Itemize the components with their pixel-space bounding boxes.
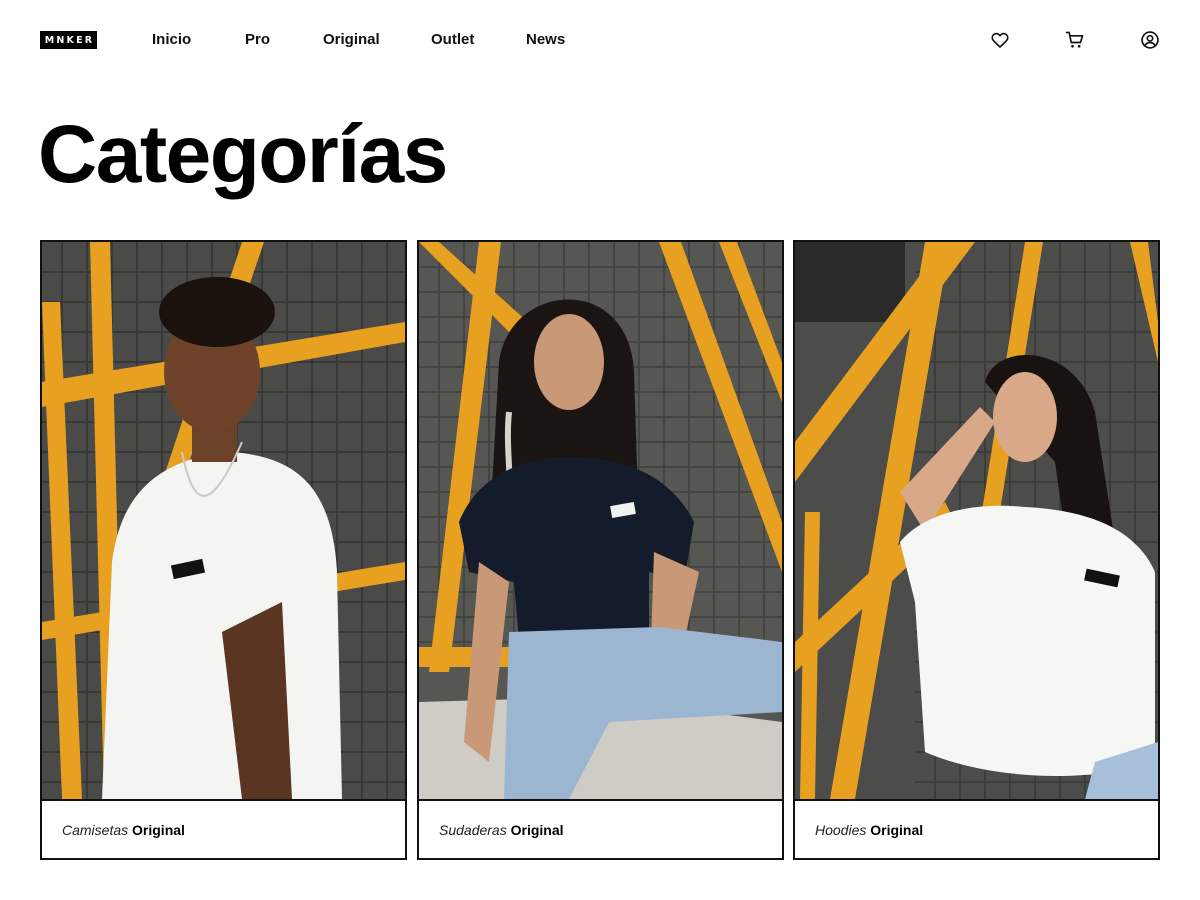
category-card-hoodies[interactable]: Hoodies Original <box>793 240 1160 860</box>
category-line: Original <box>510 822 564 838</box>
man-white-tshirt-photo <box>42 242 405 799</box>
category-name: Camisetas <box>62 822 129 838</box>
nav-item-pro[interactable]: Pro <box>245 31 323 49</box>
main-nav: Inicio Pro Original Outlet News <box>152 31 586 49</box>
nav-item-original[interactable]: Original <box>323 31 431 49</box>
nav-item-outlet[interactable]: Outlet <box>431 31 526 49</box>
category-photo <box>42 242 405 799</box>
category-line: Original <box>132 822 185 838</box>
category-caption: Hoodies Original <box>795 799 1158 858</box>
category-caption: Camisetas Original <box>42 799 405 858</box>
category-name: Sudaderas <box>439 822 507 838</box>
category-photo <box>419 242 782 799</box>
woman-white-tshirt-photo <box>795 242 1158 799</box>
nav-item-inicio[interactable]: Inicio <box>152 31 245 49</box>
category-card-sudaderas[interactable]: Sudaderas Original <box>417 240 784 860</box>
site-header: MNKER Inicio Pro Original Outlet News <box>0 0 1200 80</box>
heart-icon[interactable] <box>990 30 1010 50</box>
category-line: Original <box>870 822 924 838</box>
category-card-camisetas[interactable]: Camisetas Original <box>40 240 407 860</box>
category-photo <box>795 242 1158 799</box>
user-icon[interactable] <box>1140 30 1160 50</box>
nav-item-news[interactable]: News <box>526 31 586 49</box>
cart-icon[interactable] <box>1065 30 1085 50</box>
page-title: Categorías <box>38 109 448 200</box>
woman-navy-tshirt-photo <box>419 242 782 799</box>
category-caption: Sudaderas Original <box>419 799 782 858</box>
brand-logo[interactable]: MNKER <box>40 31 97 49</box>
category-name: Hoodies <box>815 822 867 838</box>
